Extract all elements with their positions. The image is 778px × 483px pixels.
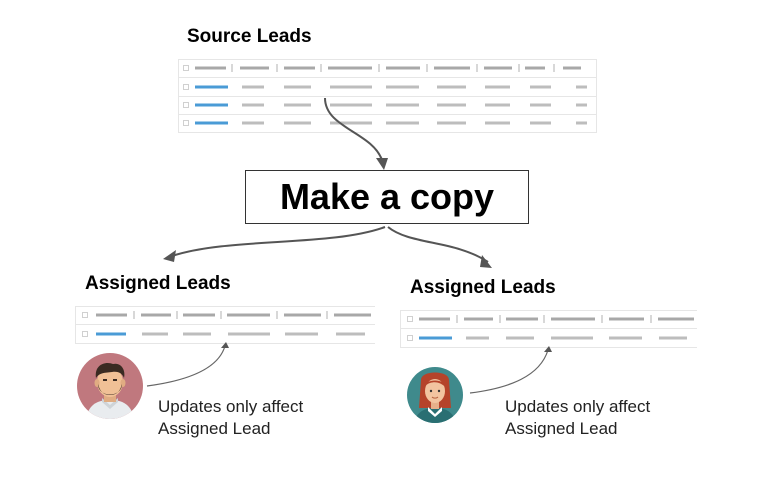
arrowhead-right-table: [544, 346, 552, 352]
right-note-line2: Assigned Lead: [505, 419, 618, 438]
arrow-source-to-copy: [324, 97, 383, 161]
right-note: Updates only affect Assigned Lead: [505, 396, 650, 440]
arrowhead-left-table: [221, 342, 229, 348]
arrow-copy-to-left: [171, 226, 386, 257]
arrow-copy-to-right: [387, 226, 489, 263]
left-note-line1: Updates only affect: [158, 397, 304, 416]
arrowhead-copy: [376, 158, 388, 170]
left-note: Updates only affect Assigned Lead: [158, 396, 303, 440]
right-note-line1: Updates only affect: [505, 397, 651, 416]
arrow-left-avatar-to-table: [146, 345, 226, 387]
male-user-avatar: [77, 353, 143, 419]
arrow-right-avatar-to-table: [469, 349, 549, 394]
female-user-avatar: [407, 367, 463, 423]
left-note-line2: Assigned Lead: [158, 419, 271, 438]
arrowhead-right: [480, 255, 492, 268]
arrowhead-left: [163, 250, 176, 262]
